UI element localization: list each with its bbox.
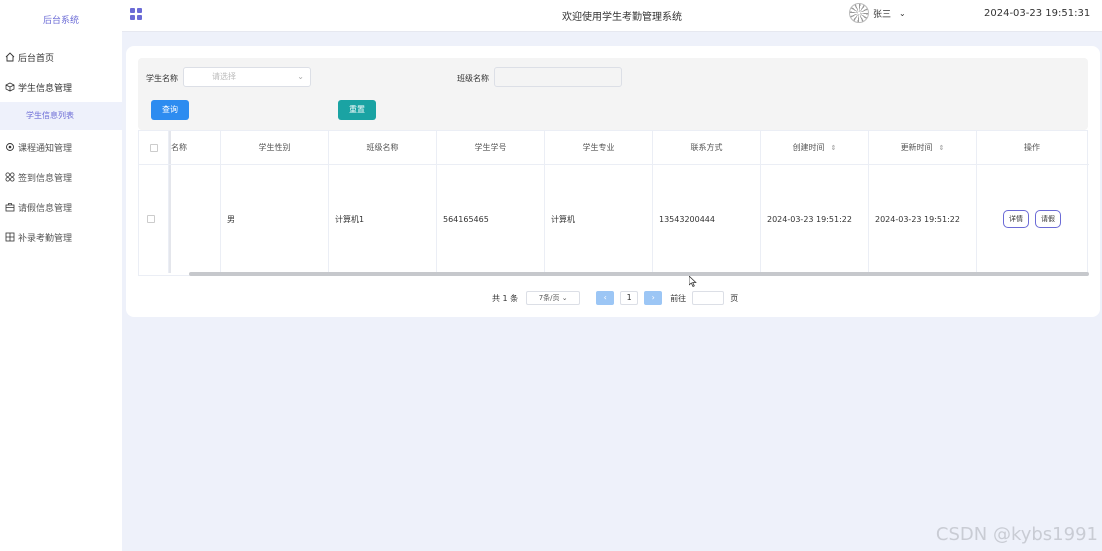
mouse-cursor-icon bbox=[689, 276, 697, 287]
sidebar-item-label: 学生信息管理 bbox=[18, 83, 73, 94]
column-header-label: 更新时间 bbox=[900, 143, 933, 152]
actions-cell: 详情 请假 bbox=[977, 165, 1087, 273]
gear-icon bbox=[4, 141, 16, 153]
sort-icon[interactable]: ⇕ bbox=[939, 144, 945, 152]
apps-icon bbox=[4, 171, 16, 183]
horizontal-scrollbar[interactable] bbox=[189, 272, 1089, 276]
detail-button[interactable]: 详情 bbox=[1003, 210, 1029, 228]
sidebar-item-label: 签到信息管理 bbox=[18, 173, 73, 184]
sidebar-item-student-list[interactable]: 学生信息列表 bbox=[0, 102, 122, 130]
sidebar-item-leave[interactable]: 请假信息管理 bbox=[0, 192, 122, 222]
next-page-button[interactable]: › bbox=[644, 291, 663, 305]
column-header-sortable[interactable]: 创建时间 ⇕ bbox=[761, 131, 869, 164]
select-placeholder: 请选择 bbox=[212, 72, 236, 81]
column-header: 名称 bbox=[169, 131, 221, 164]
column-header: 学生性别 bbox=[221, 131, 329, 164]
datetime-display: 2024-03-23 19:51:31 bbox=[984, 8, 1091, 19]
cube-icon bbox=[4, 81, 16, 93]
student-name-label: 学生名称 bbox=[146, 74, 178, 83]
brand-title: 后台系统 bbox=[42, 16, 79, 26]
table-cell: 2024-03-23 19:51:22 bbox=[869, 165, 977, 273]
menu-toggle-icon[interactable] bbox=[130, 8, 142, 20]
sidebar: 后台系统 后台首页 学生信息管理 学生信息列表 课程通知管理 签到信息管理 请假… bbox=[0, 0, 122, 551]
user-name: 张三 bbox=[873, 9, 892, 20]
sidebar-item-makeup[interactable]: 补录考勤管理 bbox=[0, 222, 122, 252]
goto-label: 前往 bbox=[670, 293, 687, 303]
leave-button[interactable]: 请假 bbox=[1035, 210, 1061, 228]
page-suffix: 页 bbox=[730, 293, 739, 303]
student-name-select[interactable]: 请选择 ⌄ bbox=[183, 67, 311, 87]
page-size-select[interactable]: 7条/页 ⌄ bbox=[526, 291, 581, 305]
table-cell: 13543200444 bbox=[653, 165, 761, 273]
table-cell: 男 bbox=[221, 165, 329, 273]
reset-button[interactable]: 重置 bbox=[338, 100, 376, 120]
home-icon bbox=[4, 51, 16, 63]
sort-icon[interactable]: ⇕ bbox=[831, 144, 837, 152]
chevron-down-icon: ⌄ bbox=[297, 72, 304, 81]
prev-page-button[interactable]: ‹ bbox=[596, 291, 615, 305]
column-header-label: 创建时间 bbox=[792, 143, 825, 152]
page-title: 欢迎使用学生考勤管理系统 bbox=[562, 12, 682, 23]
table-cell bbox=[169, 165, 221, 273]
column-header-sortable[interactable]: 更新时间 ⇕ bbox=[869, 131, 977, 164]
class-name-label: 班级名称 bbox=[457, 74, 489, 83]
table-cell: 564165465 bbox=[437, 165, 545, 273]
pagination: 共 1 条 7条/页 ⌄ ‹ 1 › 前往 页 bbox=[492, 291, 738, 305]
sidebar-item-student-management[interactable]: 学生信息管理 bbox=[0, 72, 122, 102]
briefcase-icon bbox=[4, 201, 16, 213]
table-cell: 2024-03-23 19:51:22 bbox=[761, 165, 869, 273]
user-menu[interactable]: 张三 ⌄ bbox=[849, 3, 906, 23]
select-all-checkbox[interactable] bbox=[149, 143, 158, 152]
sidebar-item-checkin[interactable]: 签到信息管理 bbox=[0, 162, 122, 192]
column-header: 操作 bbox=[1024, 143, 1040, 152]
sidebar-item-label: 课程通知管理 bbox=[18, 143, 73, 154]
sidebar-item-label: 后台首页 bbox=[18, 53, 55, 64]
sidebar-item-course-notice[interactable]: 课程通知管理 bbox=[0, 132, 122, 162]
grid-icon bbox=[4, 231, 16, 243]
table-cell: 计算机 bbox=[545, 165, 653, 273]
watermark: CSDN @kybs1991 bbox=[935, 524, 1098, 545]
chevron-down-icon: ⌄ bbox=[561, 294, 568, 302]
total-count: 共 1 条 bbox=[492, 293, 519, 303]
select-all-cell bbox=[139, 131, 169, 164]
table-header-row: 名称 学生性别 班级名称 学生学号 学生专业 联系方式 创建时间 ⇕ 更新时间 ⇕ … bbox=[139, 131, 1089, 165]
chevron-down-icon: ⌄ bbox=[899, 8, 906, 18]
column-header: 学生学号 bbox=[437, 131, 545, 164]
row-select-cell bbox=[139, 165, 169, 273]
table-cell: 计算机1 bbox=[329, 165, 437, 273]
sidebar-item-home[interactable]: 后台首页 bbox=[0, 42, 122, 72]
top-header: 欢迎使用学生考勤管理系统 张三 ⌄ 2024-03-23 19:51:31 bbox=[122, 0, 1102, 32]
query-button[interactable]: 查询 bbox=[151, 100, 189, 120]
row-checkbox[interactable] bbox=[147, 215, 155, 223]
page-size-value: 7条/页 bbox=[538, 294, 560, 302]
sidebar-item-label: 补录考勤管理 bbox=[18, 233, 73, 244]
table-row: 男 计算机1 564165465 计算机 13543200444 2024-03… bbox=[139, 165, 1089, 273]
avatar bbox=[849, 3, 869, 23]
class-name-input[interactable] bbox=[494, 67, 622, 87]
column-header: 班级名称 bbox=[329, 131, 437, 164]
search-panel: 学生名称 请选择 ⌄ 班级名称 查询 重置 bbox=[138, 58, 1088, 130]
data-table: 名称 学生性别 班级名称 学生学号 学生专业 联系方式 创建时间 ⇕ 更新时间 ⇕ … bbox=[138, 130, 1089, 276]
page-number[interactable]: 1 bbox=[620, 291, 639, 305]
main-card: 学生名称 请选择 ⌄ 班级名称 查询 重置 名称 学生性别 班级名称 学生学号 … bbox=[126, 46, 1100, 317]
goto-page-input[interactable] bbox=[692, 291, 725, 305]
column-header: 联系方式 bbox=[653, 131, 761, 164]
column-header: 学生专业 bbox=[545, 131, 653, 164]
sidebar-item-label: 请假信息管理 bbox=[18, 203, 73, 214]
